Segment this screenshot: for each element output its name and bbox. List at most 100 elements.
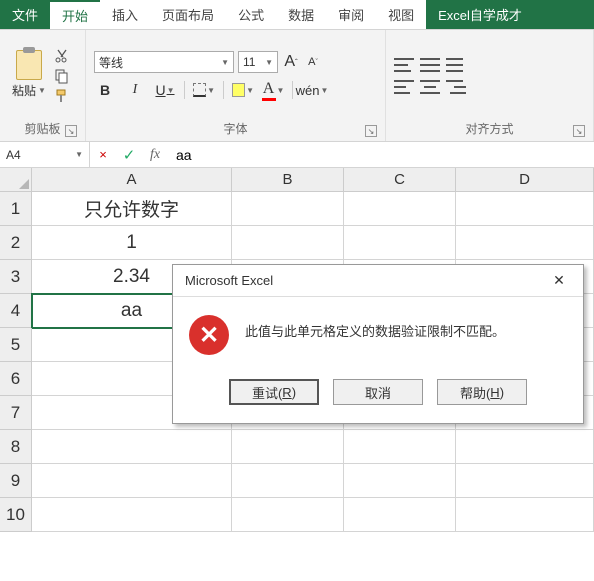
align-center-button[interactable] (420, 79, 440, 95)
insert-function-button[interactable]: fx (142, 142, 168, 168)
clipboard-icon (16, 50, 42, 80)
tab-insert[interactable]: 插入 (100, 0, 150, 29)
cell[interactable] (456, 430, 594, 464)
row-header[interactable]: 8 (0, 430, 32, 464)
underline-label: U (155, 82, 165, 98)
increase-font-button[interactable]: Aˆ (282, 51, 300, 73)
cell[interactable]: 只允许数字 (32, 192, 232, 226)
help-label-post: ) (500, 385, 504, 400)
retry-label-post: ) (292, 385, 296, 400)
cell[interactable] (232, 430, 344, 464)
increase-font-label: A (284, 53, 295, 71)
align-left-button[interactable] (394, 79, 414, 95)
error-icon: ✕ (189, 315, 229, 355)
bold-button[interactable]: B (94, 79, 116, 101)
tab-view[interactable]: 视图 (376, 0, 426, 29)
cell[interactable] (232, 226, 344, 260)
cell[interactable] (456, 192, 594, 226)
row-header[interactable]: 2 (0, 226, 32, 260)
select-all-corner[interactable] (0, 168, 32, 192)
align-middle-button[interactable] (420, 57, 440, 73)
paste-label: 粘贴 (12, 82, 36, 99)
retry-label-pre: 重试( (252, 383, 282, 402)
align-bottom-button[interactable] (446, 57, 466, 73)
row-header[interactable]: 3 (0, 260, 32, 294)
cell[interactable]: 1 (32, 226, 232, 260)
chevron-down-icon: ▼ (167, 86, 175, 95)
align-right-button[interactable] (446, 79, 466, 95)
align-top-button[interactable] (394, 57, 414, 73)
cell[interactable] (456, 464, 594, 498)
cell[interactable] (232, 464, 344, 498)
dialog-launcher-icon[interactable]: ↘ (365, 125, 377, 137)
separator (292, 81, 293, 99)
font-color-button[interactable]: A▼ (262, 79, 284, 101)
tab-file[interactable]: 文件 (0, 0, 50, 29)
tab-home[interactable]: 开始 (50, 0, 100, 29)
format-painter-icon[interactable] (54, 88, 70, 104)
phonetic-guide-button[interactable]: wén▼ (301, 79, 323, 101)
name-box[interactable]: A4 ▼ (0, 142, 90, 167)
accept-edit-button[interactable]: ✓ (116, 142, 142, 168)
underline-button[interactable]: U▼ (154, 79, 176, 101)
row-header[interactable]: 4 (0, 294, 32, 328)
cell[interactable] (232, 498, 344, 532)
formula-bar-input[interactable] (168, 142, 594, 167)
row-header[interactable]: 6 (0, 362, 32, 396)
decrease-font-button[interactable]: Aˇ (304, 51, 322, 73)
column-header[interactable]: D (456, 168, 594, 192)
help-button[interactable]: 帮助(H) (437, 379, 527, 405)
cell[interactable] (344, 430, 456, 464)
column-header[interactable]: A (32, 168, 232, 192)
row-header[interactable]: 1 (0, 192, 32, 226)
cancel-button[interactable]: 取消 (333, 379, 423, 405)
row-header[interactable]: 5 (0, 328, 32, 362)
decrease-font-label: A (308, 56, 315, 68)
cell[interactable] (344, 192, 456, 226)
tab-page-layout[interactable]: 页面布局 (150, 0, 226, 29)
name-box-value: A4 (6, 148, 21, 162)
dialog-launcher-icon[interactable]: ↘ (573, 125, 585, 137)
cell[interactable] (32, 430, 232, 464)
chevron-down-icon: ▼ (277, 86, 285, 95)
cell[interactable] (344, 464, 456, 498)
cancel-edit-button[interactable]: × (90, 142, 116, 168)
row-header[interactable]: 9 (0, 464, 32, 498)
chevron-down-icon: ▼ (221, 58, 229, 67)
align-group-label: 对齐方式 (465, 122, 513, 136)
font-name-combo[interactable]: 等线▼ (94, 51, 234, 73)
tab-review[interactable]: 审阅 (326, 0, 376, 29)
separator (184, 81, 185, 99)
column-header[interactable]: B (232, 168, 344, 192)
cell[interactable] (32, 464, 232, 498)
cell[interactable] (32, 498, 232, 532)
italic-button[interactable]: I (124, 79, 146, 101)
dialog-close-button[interactable]: ✕ (543, 269, 575, 293)
tab-addin[interactable]: Excel自学成才 (426, 0, 594, 29)
dialog-message: 此值与此单元格定义的数据验证限制不匹配。 (245, 315, 505, 340)
phonetic-label: wén (296, 83, 320, 98)
tab-data[interactable]: 数据 (276, 0, 326, 29)
font-size-combo[interactable]: 11▼ (238, 51, 278, 73)
row-header[interactable]: 10 (0, 498, 32, 532)
paste-button[interactable]: 粘贴▼ (8, 48, 50, 101)
font-group-label: 字体 (223, 122, 247, 136)
retry-button[interactable]: 重试(R) (229, 379, 319, 405)
help-access-key: H (490, 385, 499, 400)
tab-formulas[interactable]: 公式 (226, 0, 276, 29)
row-header[interactable]: 7 (0, 396, 32, 430)
dialog-launcher-icon[interactable]: ↘ (65, 125, 77, 137)
column-header[interactable]: C (344, 168, 456, 192)
fill-color-button[interactable]: ▼ (232, 79, 254, 101)
color-swatch (262, 98, 276, 101)
cell[interactable] (344, 498, 456, 532)
help-label-pre: 帮助( (460, 383, 490, 402)
cut-icon[interactable] (54, 48, 70, 64)
cell[interactable] (232, 192, 344, 226)
borders-button[interactable]: ▼ (193, 79, 215, 101)
copy-icon[interactable] (54, 68, 70, 84)
cell[interactable] (456, 226, 594, 260)
cell[interactable] (456, 498, 594, 532)
cell[interactable] (344, 226, 456, 260)
chevron-down-icon: ▼ (75, 150, 83, 159)
